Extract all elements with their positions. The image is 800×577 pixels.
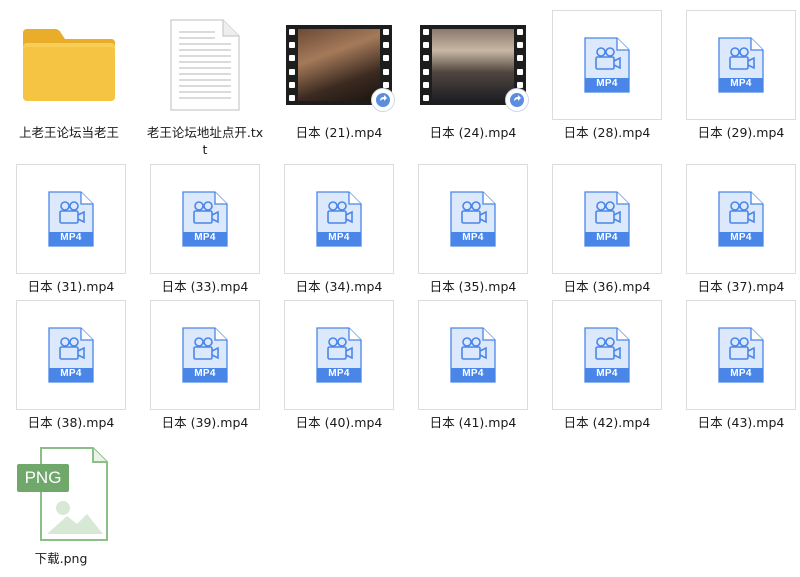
mp4-file-icon: MP4 <box>718 37 764 93</box>
mp4-file-icon: MP4 <box>584 37 630 93</box>
mp4-icon-text: MP4 <box>730 232 752 243</box>
file-name: 日本 (28).mp4 <box>563 125 651 140</box>
mp4-icon-text: MP4 <box>194 368 216 379</box>
film-holes-left <box>420 25 432 105</box>
mp4-thumb: MP4 <box>418 164 528 274</box>
mp4-file-icon: MP4 <box>316 327 362 383</box>
png-icon-text: PNG <box>17 464 69 492</box>
mp4-icon-text: MP4 <box>60 232 82 243</box>
file-name: 日本 (21).mp4 <box>295 125 383 140</box>
folder-icon <box>23 29 115 101</box>
file-name: 日本 (40).mp4 <box>295 415 383 430</box>
video-frame <box>298 29 380 101</box>
file-item-mp4[interactable]: MP4 日本 (42).mp4 <box>548 300 666 431</box>
mp4-icon-text: MP4 <box>596 368 618 379</box>
mp4-icon-text: MP4 <box>462 368 484 379</box>
mp4-file-icon: MP4 <box>584 327 630 383</box>
shortcut-badge-icon <box>506 89 528 111</box>
file-item-mp4[interactable]: MP4 日本 (38).mp4 <box>12 300 130 431</box>
file-item-png[interactable]: PNG 下载.png <box>2 438 120 567</box>
file-grid: 上老王论坛当老王 老王论坛地址点开.txt 日本 (21).mp4 日本 (24… <box>0 0 800 577</box>
video-thumb <box>284 10 394 120</box>
mp4-icon-text: MP4 <box>596 232 618 243</box>
mp4-file-icon: MP4 <box>182 327 228 383</box>
file-name: 日本 (41).mp4 <box>429 415 517 430</box>
txt-thumb <box>150 10 260 120</box>
folder-thumb <box>14 10 124 120</box>
file-item-mp4[interactable]: MP4 日本 (31).mp4 <box>12 164 130 295</box>
file-item-mp4[interactable]: MP4 日本 (28).mp4 <box>548 10 666 141</box>
file-item-mp4[interactable]: MP4 日本 (43).mp4 <box>682 300 800 431</box>
mp4-thumb: MP4 <box>284 164 394 274</box>
mp4-thumb: MP4 <box>686 164 796 274</box>
mp4-icon-text: MP4 <box>194 232 216 243</box>
file-item-mp4[interactable]: MP4 日本 (40).mp4 <box>280 300 398 431</box>
mp4-file-icon: MP4 <box>718 191 764 247</box>
mp4-icon-text: MP4 <box>462 232 484 243</box>
file-item-mp4[interactable]: MP4 日本 (33).mp4 <box>146 164 264 295</box>
file-item-mp4[interactable]: MP4 日本 (34).mp4 <box>280 164 398 295</box>
file-item-mp4[interactable]: MP4 日本 (36).mp4 <box>548 164 666 295</box>
file-name: 日本 (38).mp4 <box>27 415 115 430</box>
mp4-thumb: MP4 <box>16 300 126 410</box>
video-thumbnail <box>286 25 394 111</box>
file-name: 日本 (39).mp4 <box>161 415 249 430</box>
mp4-thumb: MP4 <box>686 300 796 410</box>
mp4-icon-text: MP4 <box>328 232 350 243</box>
mp4-file-icon: MP4 <box>450 191 496 247</box>
file-item-mp4[interactable]: MP4 日本 (37).mp4 <box>682 164 800 295</box>
mp4-icon-text: MP4 <box>730 368 752 379</box>
video-thumb <box>418 10 528 120</box>
file-name: 上老王论坛当老王 <box>18 125 119 140</box>
mp4-icon-text: MP4 <box>730 78 752 89</box>
mp4-icon-text: MP4 <box>328 368 350 379</box>
mp4-icon-text: MP4 <box>60 368 82 379</box>
video-frame <box>432 29 514 101</box>
file-name: 下载.png <box>34 551 88 566</box>
file-name: 日本 (33).mp4 <box>161 279 249 294</box>
file-name: 日本 (37).mp4 <box>697 279 785 294</box>
file-name: 日本 (29).mp4 <box>697 125 785 140</box>
mp4-file-icon: MP4 <box>584 191 630 247</box>
text-document-icon <box>170 19 240 111</box>
file-name: 日本 (42).mp4 <box>563 415 651 430</box>
mp4-thumb: MP4 <box>552 300 662 410</box>
mp4-file-icon: MP4 <box>450 327 496 383</box>
mp4-icon-text: MP4 <box>596 78 618 89</box>
mp4-thumb: MP4 <box>16 164 126 274</box>
file-item-mp4[interactable]: MP4 日本 (41).mp4 <box>414 300 532 431</box>
mp4-thumb: MP4 <box>150 300 260 410</box>
shortcut-badge-icon <box>372 89 394 111</box>
mp4-file-icon: MP4 <box>48 327 94 383</box>
file-name: 日本 (34).mp4 <box>295 279 383 294</box>
file-item-txt[interactable]: 老王论坛地址点开.txt <box>146 10 264 158</box>
mp4-thumb: MP4 <box>284 300 394 410</box>
mp4-file-icon: MP4 <box>718 327 764 383</box>
file-name: 日本 (43).mp4 <box>697 415 785 430</box>
mp4-thumb: MP4 <box>552 164 662 274</box>
mp4-file-icon: MP4 <box>316 191 362 247</box>
png-thumb: PNG <box>6 438 116 546</box>
mp4-thumb: MP4 <box>552 10 662 120</box>
mp4-file-icon: MP4 <box>48 191 94 247</box>
file-name: 日本 (36).mp4 <box>563 279 651 294</box>
film-holes-left <box>286 25 298 105</box>
png-file-icon: PNG <box>13 442 109 542</box>
video-thumbnail <box>420 25 528 111</box>
file-item-mp4[interactable]: MP4 日本 (35).mp4 <box>414 164 532 295</box>
file-item-video[interactable]: 日本 (24).mp4 <box>414 10 532 141</box>
mp4-thumb: MP4 <box>418 300 528 410</box>
file-item-mp4[interactable]: MP4 日本 (29).mp4 <box>682 10 800 141</box>
file-item-mp4[interactable]: MP4 日本 (39).mp4 <box>146 300 264 431</box>
file-name: 日本 (35).mp4 <box>429 279 517 294</box>
file-name: 日本 (31).mp4 <box>27 279 115 294</box>
file-name: 老王论坛地址点开.txt <box>146 125 264 157</box>
file-name: 日本 (24).mp4 <box>429 125 517 140</box>
file-item-video[interactable]: 日本 (21).mp4 <box>280 10 398 141</box>
file-item-folder[interactable]: 上老王论坛当老王 <box>10 10 128 141</box>
mp4-file-icon: MP4 <box>182 191 228 247</box>
mp4-thumb: MP4 <box>686 10 796 120</box>
mp4-thumb: MP4 <box>150 164 260 274</box>
